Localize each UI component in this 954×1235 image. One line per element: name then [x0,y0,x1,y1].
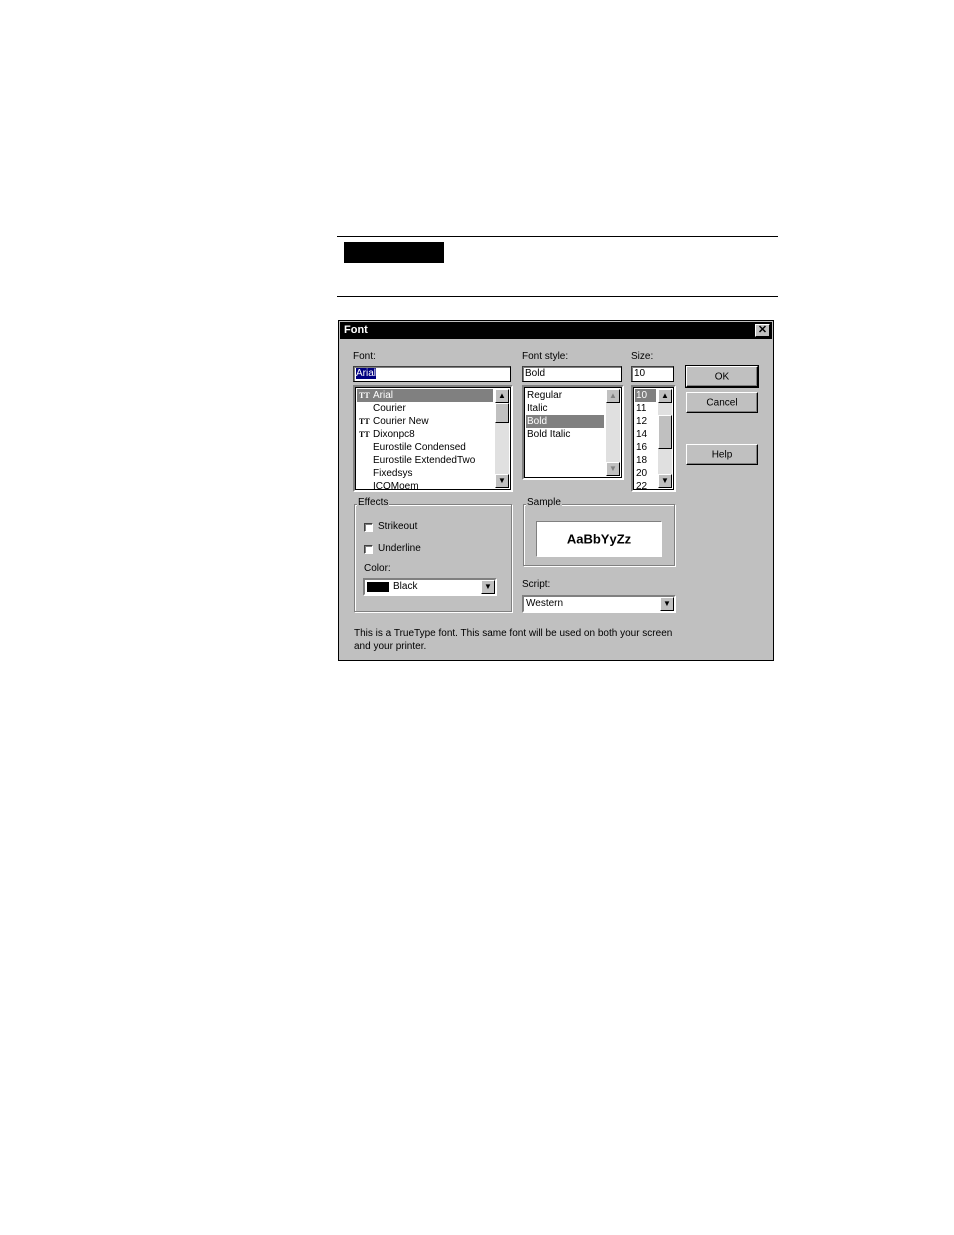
font-list-item[interactable]: Eurostile Condensed [357,441,493,454]
script-select[interactable]: Western ▼ [522,595,676,613]
font-list-item-label: Eurostile Condensed [373,442,466,453]
scroll-down-icon[interactable]: ▼ [495,474,509,488]
font-list-item-label: ICOMoem [373,481,419,492]
scroll-down-icon[interactable]: ▼ [658,474,672,488]
size-list-item[interactable]: 16 [635,441,656,454]
font-description: This is a TrueType font. This same font … [354,628,673,652]
effects-label: Effects [357,497,390,508]
close-button[interactable]: ✕ [755,324,770,337]
dialog-title: Font [344,324,368,336]
font-list-item[interactable]: Eurostile ExtendedTwo [357,454,493,467]
size-list-scrollbar[interactable]: ▲ ▼ [658,389,672,488]
color-select[interactable]: Black ▼ [363,578,497,596]
size-list-item[interactable]: 18 [635,454,656,467]
truetype-icon: TT [359,417,370,426]
heading-block [344,242,444,263]
font-input[interactable]: Arial [353,366,511,382]
scroll-up-icon: ▲ [606,389,620,403]
font-input-value: Arial [356,368,377,379]
ok-button[interactable]: OK [685,365,759,388]
font-style-label: Font style: [522,351,569,362]
font-list-item-label: Arial [373,390,394,401]
font-style-list-item[interactable]: Regular [526,389,604,402]
color-swatch [367,582,389,592]
font-style-input-value: Bold [525,368,546,379]
truetype-icon: TT [359,430,370,439]
size-list-item[interactable]: 22 [635,480,656,490]
font-style-list-item[interactable]: Italic [526,402,604,415]
strikeout-checkbox[interactable] [364,523,373,532]
font-list[interactable]: TT Arial Courier TT Courier New TT Dixonpc8 Eur… [353,385,513,492]
cancel-button-label: Cancel [706,397,738,408]
font-list-item[interactable]: Fixedsys [357,467,493,480]
color-label: Color: [364,563,391,574]
scroll-up-icon[interactable]: ▲ [658,389,672,403]
script-label: Script: [522,579,551,590]
size-label: Size: [631,351,654,362]
bottom-rule [337,296,778,297]
font-dialog: Font ✕ Font: Arial TT Arial Courier TT Couri… [338,320,774,661]
font-list-item-label: Courier [373,403,406,414]
chevron-down-icon[interactable]: ▼ [481,580,495,594]
scroll-down-icon: ▼ [606,462,620,476]
font-list-item-label: Fixedsys [373,468,413,479]
scroll-up-icon[interactable]: ▲ [495,389,509,403]
font-label: Font: [353,351,376,362]
cancel-button[interactable]: Cancel [686,392,758,413]
font-style-scrollbar[interactable]: ▲ ▼ [606,389,620,476]
top-rule [337,236,778,237]
ok-button-label: OK [714,371,730,382]
help-button[interactable]: Help [686,444,758,465]
underline-checkbox[interactable] [364,545,373,554]
scroll-thumb[interactable] [495,403,509,423]
size-list-item[interactable]: 20 [635,467,656,480]
help-button-label: Help [711,449,733,460]
font-list-item[interactable]: TT Courier New [357,415,493,428]
font-list-item-label: Courier New [373,416,429,427]
chevron-down-icon[interactable]: ▼ [660,597,674,611]
font-list-item[interactable]: Courier [357,402,493,415]
underline-label[interactable]: Underline [378,543,421,554]
effects-group: Effects Strikeout Underline Color: Black… [354,497,512,612]
size-input[interactable]: 10 [631,366,674,382]
size-input-value: 10 [634,368,646,379]
font-style-input[interactable]: Bold [522,366,622,382]
font-list-item-label: Eurostile ExtendedTwo [373,455,476,466]
size-list-item[interactable]: 12 [635,415,656,428]
scroll-thumb[interactable] [658,415,672,449]
sample-preview: AaBbYyZz [536,521,662,557]
font-list-item[interactable]: ICOMoem [357,480,493,492]
size-list-item[interactable]: 10 [635,389,656,402]
font-list-item[interactable]: TT Dixonpc8 [357,428,493,441]
font-list-item-label: Dixonpc8 [373,429,415,440]
sample-group: Sample AaBbYyZz [523,497,675,566]
size-list-item[interactable]: 14 [635,428,656,441]
font-style-list-item[interactable]: Bold [526,415,604,428]
color-select-value: Black [393,581,418,592]
size-list-item[interactable]: 11 [635,402,656,415]
title-bar: Font ✕ [340,322,772,339]
font-list-scrollbar[interactable]: ▲ ▼ [495,389,509,488]
font-list-item[interactable]: TT Arial [357,389,493,402]
strikeout-label[interactable]: Strikeout [378,521,417,532]
truetype-icon: TT [359,391,370,400]
sample-text: AaBbYyZz [566,531,632,547]
font-style-list[interactable]: Regular Italic Bold Bold Italic ▲ ▼ [522,385,624,480]
size-list[interactable]: 10 11 12 14 16 18 20 22 ▲ ▼ [631,385,676,492]
sample-label: Sample [526,497,562,508]
script-select-value: Western [526,598,564,609]
font-style-list-item[interactable]: Bold Italic [526,428,604,441]
